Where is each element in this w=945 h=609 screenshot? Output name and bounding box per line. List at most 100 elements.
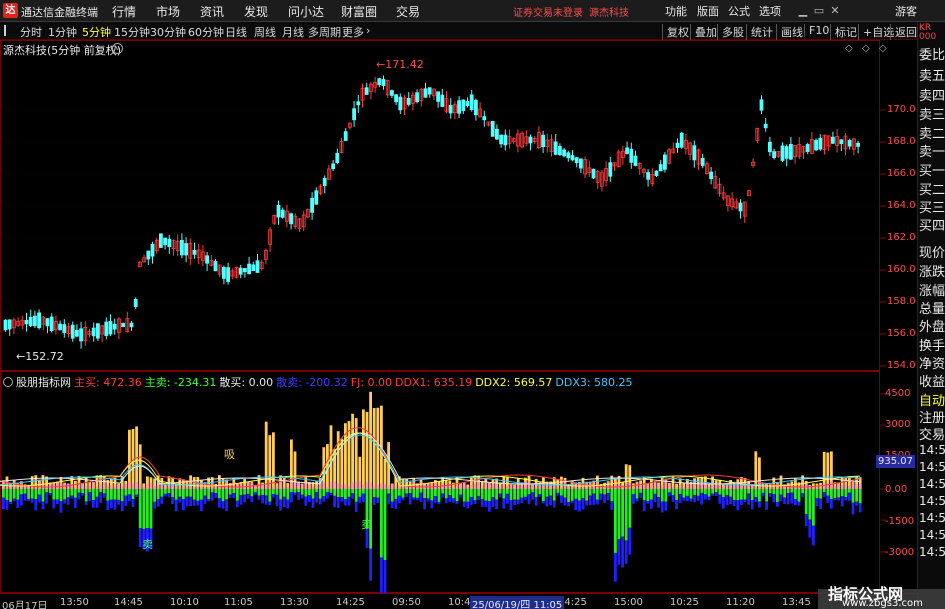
side-item[interactable]: 委比 (919, 44, 945, 63)
tool-stats[interactable]: 统计 (746, 24, 773, 40)
period-more[interactable]: 更多 (342, 24, 364, 40)
menu-trade[interactable]: 交易 (396, 3, 420, 20)
retail-sell-bar (765, 501, 768, 510)
side-item[interactable]: 卖一 (919, 141, 945, 160)
tool-mark[interactable]: 标记 (830, 24, 857, 40)
side-item[interactable]: 净资 (919, 353, 945, 372)
menu-layout[interactable]: 版面 (697, 3, 719, 19)
period-day[interactable]: 日线 (225, 24, 247, 40)
candle-body (3, 319, 8, 331)
main-sell-bar (542, 489, 545, 502)
menu-formula[interactable]: 公式 (728, 3, 750, 19)
side-item[interactable]: 卖三 (919, 104, 945, 123)
kline-chart[interactable] (0, 40, 917, 371)
main-sell-bar (624, 489, 628, 541)
cursor-time-label: 25/06/19/四 11:05 (470, 596, 565, 609)
main-sell-bar (531, 489, 534, 493)
retail-buy-bar (30, 486, 34, 489)
menu-news[interactable]: 资讯 (200, 3, 224, 20)
minimize-icon[interactable]: ▁ (796, 4, 810, 18)
diamond-icon[interactable]: ◇ (862, 43, 870, 54)
retail-buy-bar (272, 486, 275, 489)
side-item[interactable]: 换手 (919, 335, 945, 354)
side-item[interactable]: 卖二 (919, 123, 945, 142)
menu-ask[interactable]: 问小达 (288, 3, 324, 20)
menu-market[interactable]: 市场 (156, 3, 180, 20)
main-buy-bar (365, 411, 369, 489)
side-logo: KR 000 (919, 23, 937, 42)
chevron-down-icon[interactable] (3, 377, 13, 387)
tool-adjust[interactable]: 复权 (662, 24, 689, 40)
guest-user[interactable]: 游客 (895, 3, 917, 19)
tool-add-watchlist[interactable]: +自选 (858, 24, 894, 40)
main-sell-bar (372, 489, 376, 498)
low-price-value: 152.72 (25, 350, 64, 363)
retail-buy-bar (300, 484, 304, 489)
candle-body (625, 147, 629, 154)
menu-quotes[interactable]: 行情 (112, 3, 136, 20)
retail-sell-bar (786, 493, 790, 505)
diamond-icon[interactable]: ◇ (845, 43, 853, 54)
indicator-name[interactable]: 股朋指标网 (16, 376, 71, 389)
period-5min[interactable]: 5分钟 (82, 24, 111, 40)
current-value-badge: 935.07 (876, 455, 915, 468)
retail-buy-bar (772, 486, 776, 489)
menu-wealth[interactable]: 财富圈 (341, 3, 377, 20)
side-item[interactable]: 交易 (919, 424, 945, 443)
login-notice[interactable]: 证券交易未登录 (513, 4, 583, 19)
stock-name-notice[interactable]: 源杰科技 (589, 4, 629, 19)
side-item[interactable]: 收益 (919, 371, 945, 390)
main-sell-bar (218, 489, 221, 499)
main-sell-bar (682, 489, 686, 498)
period-15min[interactable]: 15分钟 (114, 24, 150, 40)
period-30min[interactable]: 30分钟 (150, 24, 186, 40)
side-item[interactable]: 卖五 (919, 65, 945, 84)
retail-buy-bar (142, 486, 146, 489)
retail-sell-bar (92, 500, 95, 508)
close-icon[interactable]: ✕ (828, 4, 842, 18)
retail-sell-bar (484, 500, 488, 507)
main-sell-bar (315, 489, 318, 493)
tool-f10[interactable]: F10 (804, 24, 829, 37)
main-sell-bar (146, 489, 149, 528)
tool-back[interactable]: 返回 (890, 24, 917, 40)
side-item[interactable]: 买一 (919, 160, 945, 179)
side-item[interactable]: 总量 (919, 298, 945, 317)
retail-sell-bar (520, 497, 524, 504)
retail-buy-bar (88, 485, 92, 489)
period-60min[interactable]: 60分钟 (188, 24, 224, 40)
side-item[interactable]: 卖四 (919, 85, 945, 104)
main-buy-bar (128, 429, 131, 489)
period-multi[interactable]: 多周期 (308, 24, 341, 40)
chart-type-icon[interactable] (4, 25, 14, 36)
retail-sell-bar (462, 501, 466, 508)
main-sell-bar (383, 489, 387, 561)
tool-multistock[interactable]: 多股 (717, 24, 744, 40)
side-item[interactable]: 买三 (919, 197, 945, 216)
maximize-icon[interactable]: ▭ (812, 4, 826, 18)
side-item[interactable]: 买二 (919, 179, 945, 198)
side-item[interactable]: 现价 (919, 242, 945, 261)
diamond-icon[interactable]: ◇ (879, 43, 887, 54)
period-month[interactable]: 月线 (282, 24, 304, 40)
more-chevron-icon[interactable]: › (366, 24, 370, 37)
chevron-down-icon[interactable]: v (112, 43, 123, 54)
period-week[interactable]: 周线 (254, 24, 276, 40)
menu-function[interactable]: 功能 (665, 3, 687, 19)
side-item[interactable]: 外盘 (919, 316, 945, 335)
tool-overlay[interactable]: 叠加 (690, 24, 717, 40)
tool-draw[interactable]: 画线 (776, 24, 803, 40)
menu-discover[interactable]: 发现 (244, 3, 268, 20)
menu-options[interactable]: 选项 (759, 3, 781, 19)
side-item[interactable]: 涨幅 (919, 280, 945, 299)
period-1min[interactable]: 1分钟 (48, 24, 77, 40)
candle-body (579, 158, 583, 169)
period-intraday[interactable]: 分时 (20, 24, 42, 40)
retail-sell-bar (95, 496, 99, 508)
candle-body (789, 143, 793, 160)
time-label: 10:25 (670, 597, 699, 608)
candle-body (629, 148, 634, 163)
candle-body (461, 99, 466, 111)
side-item[interactable]: 涨跌 (919, 261, 945, 280)
indicator-chart[interactable] (0, 371, 917, 593)
